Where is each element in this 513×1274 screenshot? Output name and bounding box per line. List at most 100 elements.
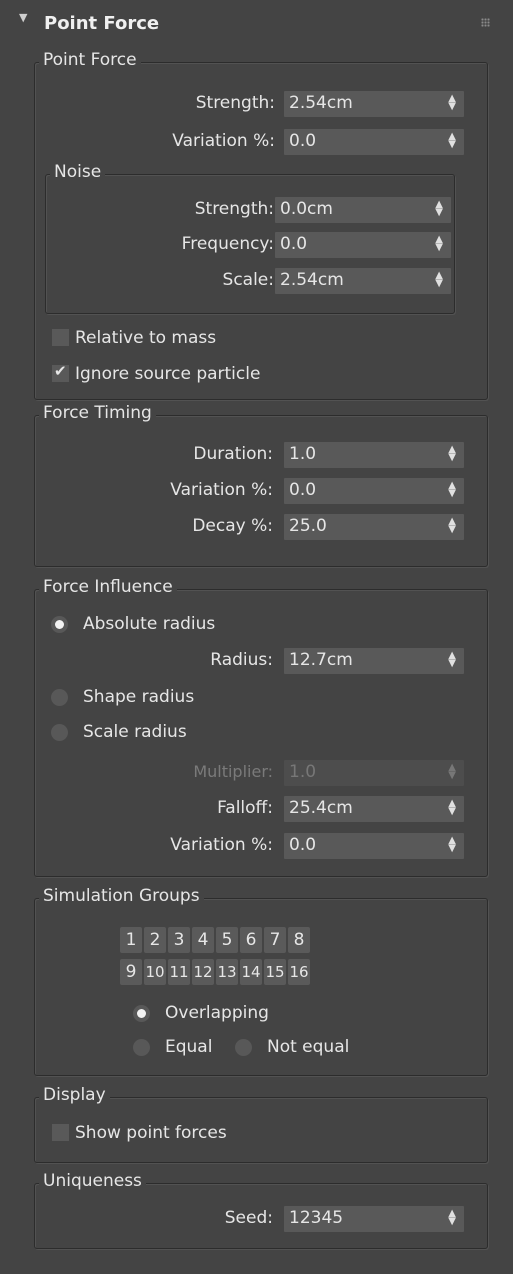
show-point-forces-label[interactable]: Show point forces: [75, 1123, 227, 1143]
influence-variation-label: Variation %:: [170, 835, 273, 855]
spinner-arrows-icon[interactable]: ▲ ▼: [448, 445, 456, 463]
group-button-2[interactable]: 2: [144, 927, 166, 953]
spinner-arrows-icon[interactable]: ▲ ▼: [448, 799, 456, 817]
group-button-13[interactable]: 13: [216, 959, 238, 985]
spinner-arrows-icon[interactable]: ▲ ▼: [448, 132, 456, 150]
scale-radius-radio[interactable]: [51, 724, 68, 741]
variation-spinner[interactable]: 0.0 ▲ ▼: [284, 129, 464, 155]
spinner-arrows-icon[interactable]: ▲ ▼: [448, 1209, 456, 1227]
uniqueness-group: Uniqueness Seed: 12345 ▲ ▼: [34, 1171, 488, 1249]
equal-radio[interactable]: [133, 1039, 150, 1056]
uniqueness-group-label: Uniqueness: [39, 1171, 146, 1191]
group-button-5[interactable]: 5: [216, 927, 238, 953]
duration-value[interactable]: 1.0: [289, 444, 316, 464]
spinner-arrows-icon[interactable]: ▲ ▼: [448, 94, 456, 112]
ignore-source-particle-checkbox[interactable]: ✔: [52, 362, 69, 382]
absolute-radius-label[interactable]: Absolute radius: [83, 614, 215, 634]
group-button-16[interactable]: 16: [288, 959, 310, 985]
collapse-triangle-icon[interactable]: ▼: [19, 11, 27, 24]
strength-value[interactable]: 2.54cm: [289, 93, 353, 113]
group-button-14[interactable]: 14: [240, 959, 262, 985]
noise-strength-value[interactable]: 0.0cm: [280, 199, 333, 219]
force-influence-group-label: Force Influence: [39, 577, 177, 597]
display-group: Display Show point forces: [34, 1085, 488, 1163]
simulation-groups-group-label: Simulation Groups: [39, 886, 204, 906]
influence-variation-value[interactable]: 0.0: [289, 835, 316, 855]
overlapping-label[interactable]: Overlapping: [165, 1003, 269, 1023]
show-point-forces-checkbox[interactable]: [52, 1124, 69, 1141]
noise-strength-spinner[interactable]: 0.0cm ▲ ▼: [275, 197, 451, 223]
scale-radius-label[interactable]: Scale radius: [83, 722, 187, 742]
group-button-9[interactable]: 9: [120, 959, 142, 985]
timing-variation-label: Variation %:: [170, 480, 273, 500]
force-influence-group: Force Influence Absolute radius Radius: …: [34, 577, 488, 877]
group-button-7[interactable]: 7: [264, 927, 286, 953]
noise-scale-spinner[interactable]: 2.54cm ▲ ▼: [275, 268, 451, 294]
spinner-arrows-icon[interactable]: ▲ ▼: [448, 517, 456, 535]
group-button-8[interactable]: 8: [288, 927, 310, 953]
relative-to-mass-label[interactable]: Relative to mass: [75, 328, 216, 348]
grip-dots-icon[interactable]: [481, 18, 490, 27]
noise-scale-value[interactable]: 2.54cm: [280, 270, 344, 290]
group-button-10[interactable]: 10: [144, 959, 166, 985]
ignore-source-particle-label[interactable]: Ignore source particle: [75, 364, 260, 384]
noise-strength-label: Strength:: [194, 199, 274, 219]
group-button-12[interactable]: 12: [192, 959, 214, 985]
noise-group: Noise Strength: 0.0cm ▲ ▼ Frequency: 0.0 …: [45, 162, 455, 314]
strength-spinner[interactable]: 2.54cm ▲ ▼: [284, 91, 464, 117]
point-force-group: Point Force Strength: 2.54cm ▲ ▼ Variatio…: [34, 50, 488, 400]
radius-spinner[interactable]: 12.7cm ▲ ▼: [284, 648, 464, 674]
noise-frequency-spinner[interactable]: 0.0 ▲ ▼: [275, 232, 451, 258]
group-button-15[interactable]: 15: [264, 959, 286, 985]
variation-value[interactable]: 0.0: [289, 131, 316, 151]
not-equal-label[interactable]: Not equal: [267, 1037, 349, 1057]
point-force-rollout: ▼ Point Force Point Force Strength: 2.54…: [0, 0, 513, 1274]
timing-variation-value[interactable]: 0.0: [289, 480, 316, 500]
decay-spinner[interactable]: 25.0 ▲ ▼: [284, 514, 464, 540]
group-button-4[interactable]: 4: [192, 927, 214, 953]
radius-label: Radius:: [210, 650, 273, 670]
display-group-label: Display: [39, 1085, 110, 1105]
noise-frequency-label: Frequency:: [181, 234, 274, 254]
variation-label: Variation %:: [172, 131, 275, 151]
decay-value[interactable]: 25.0: [289, 516, 327, 536]
relative-to-mass-checkbox[interactable]: [52, 329, 69, 346]
group-button-3[interactable]: 3: [168, 927, 190, 953]
not-equal-radio[interactable]: [235, 1039, 252, 1056]
noise-frequency-value[interactable]: 0.0: [280, 234, 307, 254]
influence-variation-spinner[interactable]: 0.0 ▲ ▼: [284, 833, 464, 859]
falloff-value[interactable]: 25.4cm: [289, 798, 353, 818]
multiplier-label: Multiplier:: [193, 762, 273, 781]
radius-value[interactable]: 12.7cm: [289, 650, 353, 670]
spinner-arrows-icon[interactable]: ▲ ▼: [435, 235, 443, 253]
overlapping-radio[interactable]: [133, 1005, 150, 1022]
checkmark-icon: ✔: [54, 362, 67, 380]
timing-variation-spinner[interactable]: 0.0 ▲ ▼: [284, 478, 464, 504]
simulation-groups-group: Simulation Groups 1 2 3 4 5 6 7 8 9 10 1…: [34, 886, 488, 1076]
radio-dot: [137, 1009, 146, 1018]
spinner-arrows-icon[interactable]: ▲ ▼: [448, 651, 456, 669]
multiplier-spinner[interactable]: 1.0 ▲ ▼: [284, 760, 464, 786]
equal-label[interactable]: Equal: [165, 1037, 212, 1057]
spinner-arrows-icon[interactable]: ▲ ▼: [448, 481, 456, 499]
spinner-arrows-icon[interactable]: ▲ ▼: [448, 763, 456, 781]
spinner-arrows-icon[interactable]: ▲ ▼: [435, 271, 443, 289]
multiplier-value[interactable]: 1.0: [289, 762, 316, 782]
duration-spinner[interactable]: 1.0 ▲ ▼: [284, 442, 464, 468]
shape-radius-radio[interactable]: [51, 689, 68, 706]
shape-radius-label[interactable]: Shape radius: [83, 687, 194, 707]
seed-value[interactable]: 12345: [289, 1208, 343, 1228]
group-button-1[interactable]: 1: [120, 927, 142, 953]
seed-spinner[interactable]: 12345 ▲ ▼: [284, 1206, 464, 1232]
spinner-arrows-icon[interactable]: ▲ ▼: [435, 200, 443, 218]
group-button-11[interactable]: 11: [168, 959, 190, 985]
falloff-spinner[interactable]: 25.4cm ▲ ▼: [284, 796, 464, 822]
absolute-radius-radio[interactable]: [51, 616, 68, 633]
rollout-header[interactable]: ▼ Point Force: [8, 6, 500, 44]
noise-group-label: Noise: [50, 162, 106, 182]
falloff-label: Falloff:: [217, 798, 273, 818]
strength-label: Strength:: [195, 93, 275, 113]
group-button-6[interactable]: 6: [240, 927, 262, 953]
spinner-arrows-icon[interactable]: ▲ ▼: [448, 836, 456, 854]
seed-label: Seed:: [224, 1208, 273, 1228]
